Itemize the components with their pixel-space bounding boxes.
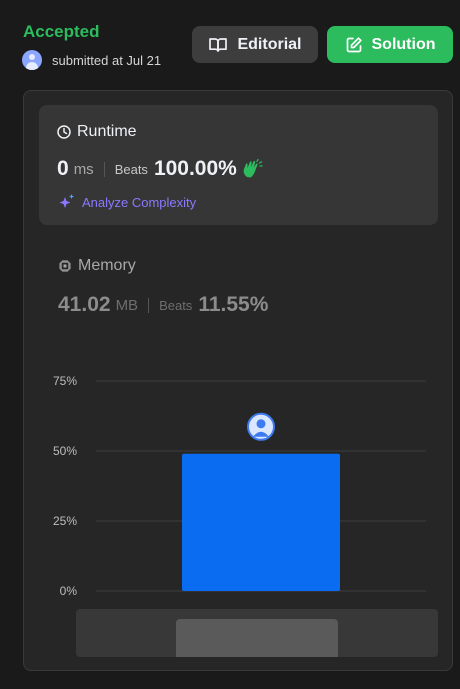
distribution-chart: 0% 25% 50% 75% (53, 374, 426, 598)
editorial-button[interactable]: Editorial (192, 26, 318, 63)
chart-range-track[interactable] (76, 609, 438, 657)
y-tick-label: 0% (60, 584, 78, 598)
book-icon (209, 37, 228, 52)
status-title: Accepted (23, 22, 100, 41)
solution-button[interactable]: Solution (327, 26, 453, 63)
submission-header: Accepted submitted at Jul 21 Editorial S… (0, 0, 460, 80)
y-tick-label: 75% (53, 374, 77, 388)
editorial-label: Editorial (237, 35, 302, 53)
avatar-icon[interactable] (22, 50, 42, 70)
edit-icon (346, 36, 362, 52)
submitter-info: submitted at Jul 21 (22, 50, 161, 70)
solution-label: Solution (371, 35, 436, 53)
user-marker-avatar-icon (247, 412, 275, 441)
y-tick-label: 50% (53, 444, 77, 458)
chart-bar[interactable] (182, 453, 340, 591)
y-tick-label: 25% (53, 514, 77, 528)
chart-range-handle[interactable] (176, 619, 338, 657)
submitted-time: submitted at Jul 21 (52, 52, 162, 68)
stats-panel: Runtime 0 ms Beats 100.00% Analyze Compl… (23, 90, 453, 671)
